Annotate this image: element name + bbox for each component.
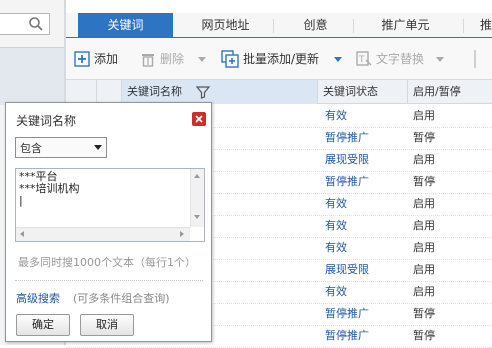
- close-icon[interactable]: [192, 112, 206, 126]
- keyword-status-cell: 有效: [325, 219, 347, 232]
- tab-creatives[interactable]: 创意: [278, 13, 353, 38]
- scroll-left-icon[interactable]: [20, 231, 24, 237]
- keyword-status-cell: 有效: [325, 109, 347, 122]
- delete-label: 删除: [160, 52, 185, 66]
- text-replace-icon: T: [356, 51, 372, 66]
- divider: [15, 280, 203, 281]
- table-header: 关键词名称 关键词状态 启用/暂停: [66, 80, 492, 104]
- keyword-status-cell: 展现受限: [325, 263, 369, 276]
- enable-state-cell[interactable]: 暂停: [413, 171, 435, 193]
- column-header-status[interactable]: 关键词状态: [323, 80, 378, 104]
- tab-campaigns[interactable]: 推: [476, 13, 492, 38]
- chevron-down-icon[interactable]: [198, 57, 206, 63]
- scroll-down-icon[interactable]: [194, 215, 200, 219]
- limit-hint: 最多同时搜1000个文本（每行1个）: [18, 256, 196, 269]
- enable-state-cell[interactable]: 启用: [413, 149, 435, 171]
- batch-add-update-label: 批量添加/更新: [243, 52, 320, 66]
- popup-title: 关键词名称: [16, 114, 77, 128]
- enable-state-cell[interactable]: 启用: [413, 237, 435, 259]
- search-input[interactable]: [0, 13, 50, 35]
- toolbar: 添加 删除 批量添加/更新 T 文字替换: [66, 38, 492, 80]
- enable-state-cell[interactable]: 暂停: [413, 127, 435, 149]
- enable-state-cell[interactable]: 启用: [413, 259, 435, 281]
- cancel-button[interactable]: 取消: [80, 314, 134, 336]
- keyword-filter-popup: 关键词名称 包含 ***平台 ***培训机构 | 最多同时搜1000个文本（每行…: [5, 102, 212, 342]
- keyword-status-cell: 有效: [325, 197, 347, 210]
- chevron-down-icon: [94, 145, 102, 150]
- keyword-textarea[interactable]: ***平台 ***培训机构 |: [15, 168, 205, 242]
- advanced-search-note: (可多条件组合查询): [73, 292, 170, 305]
- enable-state-cell[interactable]: 暂停: [413, 303, 435, 325]
- keyword-status-cell: 暂停推广: [325, 131, 369, 144]
- trash-icon: [142, 54, 154, 67]
- tab-keywords[interactable]: 关键词: [78, 13, 173, 38]
- keyword-status-cell: 有效: [325, 241, 347, 254]
- enable-state-cell[interactable]: 启用: [413, 281, 435, 303]
- text-replace-label: 文字替换: [376, 52, 425, 66]
- match-type-select[interactable]: 包含: [15, 137, 107, 158]
- filter-icon[interactable]: [195, 84, 211, 100]
- svg-text:T: T: [358, 55, 365, 65]
- keyword-status-cell: 暂停推广: [325, 175, 369, 188]
- column-header-keyword[interactable]: 关键词名称: [127, 80, 182, 104]
- batch-add-icon: [221, 50, 239, 68]
- enable-state-cell[interactable]: 暂停: [413, 325, 435, 347]
- scroll-right-icon[interactable]: [180, 231, 184, 237]
- column-header-state[interactable]: 启用/暂停: [413, 80, 461, 104]
- ok-button[interactable]: 确定: [16, 314, 70, 336]
- tab-adgroups[interactable]: 推广单元: [358, 13, 453, 38]
- keyword-status-cell: 展现受限: [325, 153, 369, 166]
- add-label: 添加: [94, 52, 119, 66]
- keyword-textarea-value: ***平台 ***培训机构 |: [19, 170, 80, 207]
- advanced-search-link[interactable]: 高级搜索: [16, 290, 60, 306]
- tab-bar: 关键词 网页地址 创意 推广单元 推: [66, 13, 492, 38]
- match-type-value: 包含: [20, 142, 42, 155]
- search-icon[interactable]: [28, 16, 44, 32]
- horizontal-scrollbar[interactable]: [16, 227, 190, 241]
- keyword-status-cell: 暂停推广: [325, 307, 369, 320]
- chevron-down-icon[interactable]: [436, 57, 444, 63]
- toolbar-divider: [474, 50, 476, 68]
- tab-urls[interactable]: 网页地址: [178, 13, 273, 38]
- plus-icon: [74, 51, 90, 67]
- chevron-down-icon[interactable]: [334, 57, 342, 63]
- keyword-status-cell: 有效: [325, 285, 347, 298]
- vertical-scrollbar[interactable]: [190, 169, 204, 227]
- left-tree-header: [0, 47, 65, 105]
- keyword-status-cell: 暂停推广: [325, 329, 369, 342]
- enable-state-cell[interactable]: 启用: [413, 105, 435, 127]
- enable-state-cell[interactable]: 启用: [413, 215, 435, 237]
- enable-state-cell[interactable]: 启用: [413, 193, 435, 215]
- scroll-up-icon[interactable]: [194, 174, 200, 178]
